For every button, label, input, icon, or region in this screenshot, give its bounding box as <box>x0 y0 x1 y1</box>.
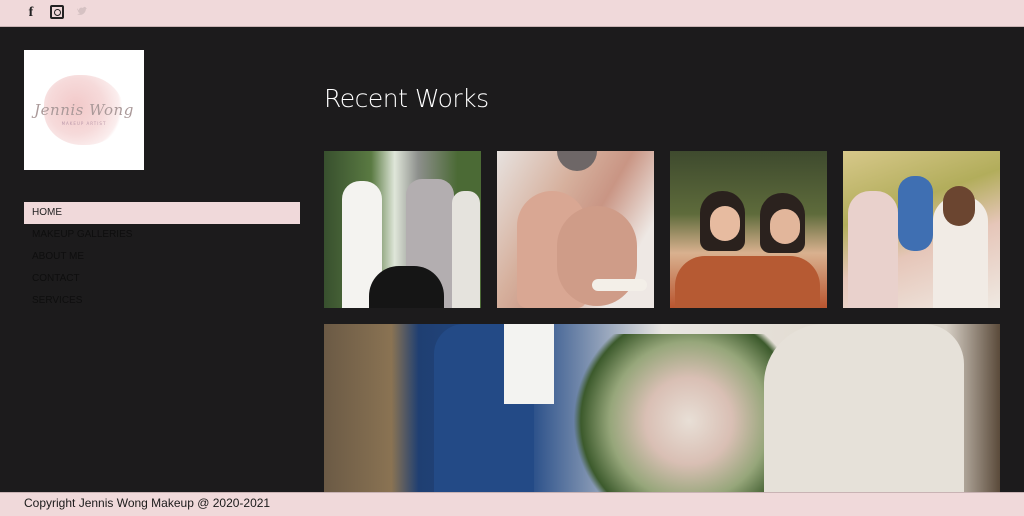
copyright-text: Copyright Jennis Wong Makeup @ 2020-2021 <box>24 496 271 510</box>
logo-subtitle: MAKEUP ARTIST <box>61 121 107 126</box>
hero-photo-bouquet <box>324 324 1000 492</box>
social-bar: f <box>0 0 1024 27</box>
site-footer: Copyright Jennis Wong Makeup @ 2020-2021 <box>0 492 1024 516</box>
instagram-icon[interactable] <box>50 5 64 19</box>
page-title: Recent Works <box>324 84 489 113</box>
nav-item-about-me[interactable]: ABOUT ME <box>24 246 300 268</box>
nav-item-makeup-galleries[interactable]: MAKEUP GALLERIES <box>24 224 300 246</box>
logo-script-text: Jennis Wong <box>34 101 134 119</box>
main-nav: HOME MAKEUP GALLERIES ABOUT ME CONTACT S… <box>24 202 300 312</box>
site-logo[interactable]: Jennis Wong MAKEUP ARTIST <box>24 50 144 170</box>
nav-item-home[interactable]: HOME <box>24 202 300 224</box>
gallery-photo-wedding-ceremony[interactable] <box>324 151 481 308</box>
nav-item-contact[interactable]: CONTACT <box>24 268 300 290</box>
gallery-photo-brides-bouquets[interactable] <box>670 151 827 308</box>
twitter-icon[interactable] <box>76 5 88 17</box>
gallery-photo-bride-ring[interactable] <box>497 151 654 308</box>
page-body: Jennis Wong MAKEUP ARTIST HOME MAKEUP GA… <box>0 27 1024 492</box>
nav-item-services[interactable]: SERVICES <box>24 290 300 312</box>
gallery-photo-family[interactable] <box>843 151 1000 308</box>
facebook-icon[interactable]: f <box>24 5 38 21</box>
